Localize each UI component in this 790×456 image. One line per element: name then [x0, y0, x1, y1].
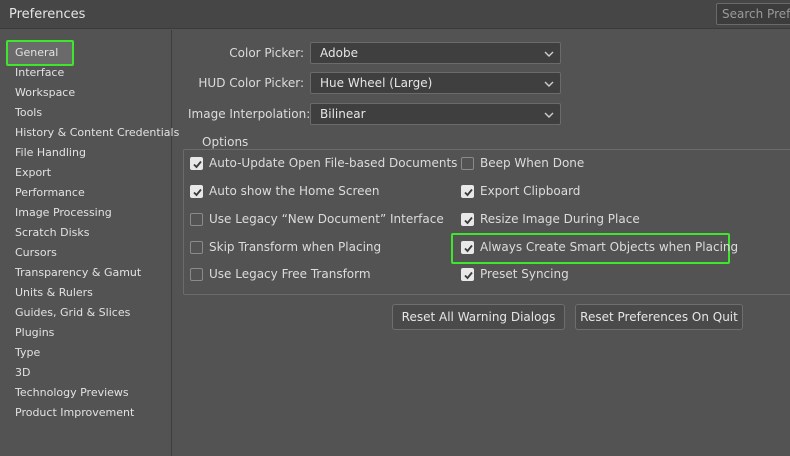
- checkmark-icon: [464, 216, 473, 225]
- search-input[interactable]: Search Prefe: [716, 3, 790, 25]
- home-screen-label: Auto show the Home Screen: [209, 184, 380, 198]
- hud-color-picker-select[interactable]: Hue Wheel (Large): [310, 72, 561, 94]
- chevron-down-icon: [544, 81, 554, 87]
- reset-preferences-button[interactable]: Reset Preferences On Quit: [575, 304, 743, 330]
- color-picker-value: Adobe: [320, 46, 358, 60]
- auto-update-label: Auto-Update Open File-based Documents: [209, 156, 458, 170]
- checkmark-icon: [464, 188, 473, 197]
- chevron-down-icon: [544, 112, 554, 118]
- legacy-free-transform-label: Use Legacy Free Transform: [209, 267, 371, 281]
- preset-syncing-label: Preset Syncing: [480, 267, 569, 281]
- smart-objects-checkbox[interactable]: [461, 241, 474, 254]
- sidebar-item-workspace[interactable]: Workspace: [15, 86, 75, 99]
- resize-image-label: Resize Image During Place: [480, 212, 640, 226]
- reset-warning-dialogs-button[interactable]: Reset All Warning Dialogs: [392, 304, 565, 330]
- beep-when-done-checkbox[interactable]: [461, 157, 474, 170]
- sidebar-item-image-processing[interactable]: Image Processing: [15, 206, 112, 219]
- sidebar-item-3d[interactable]: 3D: [15, 366, 30, 379]
- sidebar-item-scratch-disks[interactable]: Scratch Disks: [15, 226, 89, 239]
- checkmark-icon: [464, 271, 473, 280]
- checkmark-icon: [193, 188, 202, 197]
- sidebar-item-export[interactable]: Export: [15, 166, 51, 179]
- sidebar-item-interface[interactable]: Interface: [15, 66, 64, 79]
- checkmark-icon: [193, 160, 202, 169]
- sidebar-item-file-handling[interactable]: File Handling: [15, 146, 86, 159]
- sidebar-item-history[interactable]: History & Content Credentials: [15, 126, 179, 139]
- options-group-title: Options: [197, 135, 254, 149]
- sidebar-item-cursors[interactable]: Cursors: [15, 246, 57, 259]
- sidebar-item-technology-previews[interactable]: Technology Previews: [15, 386, 129, 399]
- image-interpolation-label: Image Interpolation:: [188, 107, 311, 121]
- auto-update-checkbox[interactable]: [190, 157, 203, 170]
- sidebar-item-transparency[interactable]: Transparency & Gamut: [15, 266, 141, 279]
- title-bar: Preferences Search Prefe: [0, 0, 790, 29]
- sidebar-item-general[interactable]: General: [15, 46, 58, 59]
- color-picker-select[interactable]: Adobe: [310, 42, 561, 64]
- sidebar-item-performance[interactable]: Performance: [15, 186, 85, 199]
- legacy-free-transform-checkbox[interactable]: [190, 268, 203, 281]
- sidebar-item-guides-grid[interactable]: Guides, Grid & Slices: [15, 306, 130, 319]
- sidebar-item-product-improvement[interactable]: Product Improvement: [15, 406, 134, 419]
- color-picker-label: Color Picker:: [229, 46, 304, 60]
- home-screen-checkbox[interactable]: [190, 185, 203, 198]
- sidebar-item-units-rulers[interactable]: Units & Rulers: [15, 286, 93, 299]
- checkmark-icon: [464, 244, 473, 253]
- beep-when-done-label: Beep When Done: [480, 156, 585, 170]
- legacy-new-document-checkbox[interactable]: [190, 213, 203, 226]
- sidebar-item-tools[interactable]: Tools: [15, 106, 42, 119]
- legacy-new-document-label: Use Legacy “New Document” Interface: [209, 212, 444, 226]
- export-clipboard-checkbox[interactable]: [461, 185, 474, 198]
- sidebar-item-type[interactable]: Type: [15, 346, 40, 359]
- image-interpolation-select[interactable]: Bilinear: [310, 103, 561, 125]
- window-title: Preferences: [9, 7, 86, 22]
- hud-color-picker-label: HUD Color Picker:: [198, 76, 304, 90]
- sidebar-item-plugins[interactable]: Plugins: [15, 326, 54, 339]
- hud-color-picker-value: Hue Wheel (Large): [320, 76, 433, 90]
- chevron-down-icon: [544, 51, 554, 57]
- skip-transform-checkbox[interactable]: [190, 241, 203, 254]
- skip-transform-label: Skip Transform when Placing: [209, 240, 382, 254]
- smart-objects-label: Always Create Smart Objects when Placing: [480, 240, 739, 254]
- preset-syncing-checkbox[interactable]: [461, 268, 474, 281]
- image-interpolation-value: Bilinear: [320, 107, 366, 121]
- resize-image-checkbox[interactable]: [461, 213, 474, 226]
- export-clipboard-label: Export Clipboard: [480, 184, 581, 198]
